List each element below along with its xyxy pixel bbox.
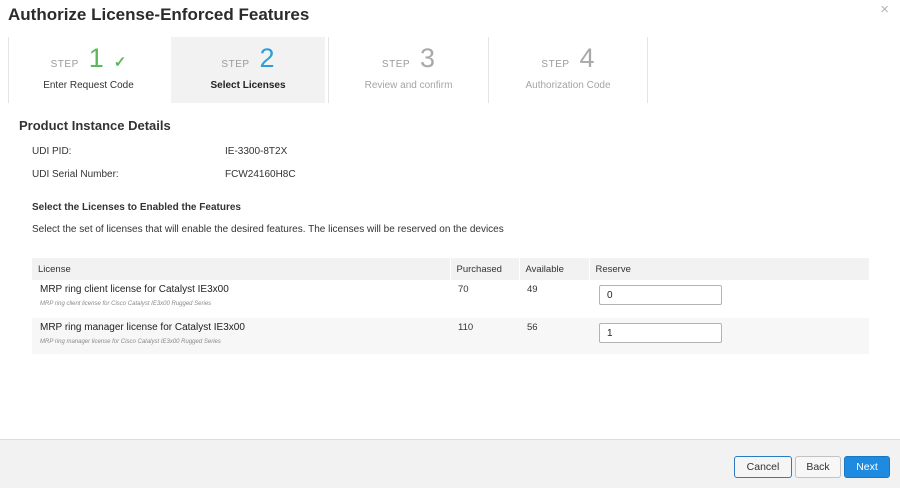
reserve-cell (589, 280, 869, 318)
step-word: STEP (541, 59, 570, 70)
step-label: Enter Request Code (43, 80, 134, 91)
cancel-button[interactable]: Cancel (734, 456, 792, 478)
step-enter-request-code: STEP 1 ✓ Enter Request Code (8, 37, 168, 103)
license-description: MRP ring client license for Cisco Cataly… (40, 301, 212, 307)
column-header-reserve[interactable]: Reserve (589, 258, 869, 280)
licenses-table: License Purchased Available Reserve MRP … (32, 258, 869, 354)
license-description: MRP ring manager license for Cisco Catal… (40, 339, 221, 345)
back-button[interactable]: Back (795, 456, 841, 478)
wizard-steps: STEP 1 ✓ Enter Request Code STEP 2 Selec… (8, 37, 648, 103)
step-word: STEP (50, 59, 79, 70)
table-header-row: License Purchased Available Reserve (32, 258, 869, 280)
table-row: MRP ring client license for Catalyst IE3… (32, 280, 869, 318)
step-label: Review and confirm (364, 80, 453, 91)
close-icon[interactable]: × (880, 2, 889, 17)
licenses-heading: Select the Licenses to Enabled the Featu… (32, 202, 241, 213)
license-cell: MRP ring client license for Catalyst IE3… (32, 280, 450, 318)
column-header-available[interactable]: Available (519, 258, 590, 280)
column-header-purchased[interactable]: Purchased (450, 258, 520, 280)
licenses-description: Select the set of licenses that will ena… (32, 224, 504, 235)
license-name: MRP ring manager license for Catalyst IE… (40, 322, 245, 333)
table-row: MRP ring manager license for Catalyst IE… (32, 318, 869, 354)
section-title: Product Instance Details (19, 118, 171, 133)
reserve-cell (589, 318, 869, 354)
step-number: 1 (88, 43, 104, 73)
check-icon: ✓ (113, 54, 127, 71)
step-authorization-code: STEP 4 Authorization Code (488, 37, 648, 103)
available-cell: 56 (519, 318, 589, 354)
step-select-licenses: STEP 2 Select Licenses (171, 37, 325, 103)
udi-pid-value: IE-3300-8T2X (225, 146, 288, 157)
dialog-title: Authorize License-Enforced Features (8, 5, 310, 24)
step-label: Select Licenses (210, 80, 286, 91)
column-header-license[interactable]: License (32, 258, 451, 280)
udi-serial-value: FCW24160H8C (225, 169, 296, 180)
available-cell: 49 (519, 280, 589, 318)
reserve-input[interactable] (599, 285, 722, 305)
step-number: 3 (420, 43, 436, 73)
step-word: STEP (381, 59, 411, 70)
next-button[interactable]: Next (844, 456, 890, 478)
purchased-cell: 110 (450, 318, 519, 354)
udi-pid-label: UDI PID: (32, 146, 72, 157)
purchased-cell: 70 (450, 280, 519, 318)
step-word: STEP (221, 59, 250, 70)
step-label: Authorization Code (525, 80, 611, 91)
step-number: 2 (259, 43, 275, 73)
license-cell: MRP ring manager license for Catalyst IE… (32, 318, 450, 354)
dialog-footer: Cancel Back Next (0, 439, 900, 488)
step-number: 4 (579, 43, 595, 73)
license-name: MRP ring client license for Catalyst IE3… (40, 284, 229, 295)
reserve-input[interactable] (599, 323, 722, 343)
step-review-and-confirm: STEP 3 Review and confirm (328, 37, 488, 103)
udi-serial-label: UDI Serial Number: (32, 169, 119, 180)
